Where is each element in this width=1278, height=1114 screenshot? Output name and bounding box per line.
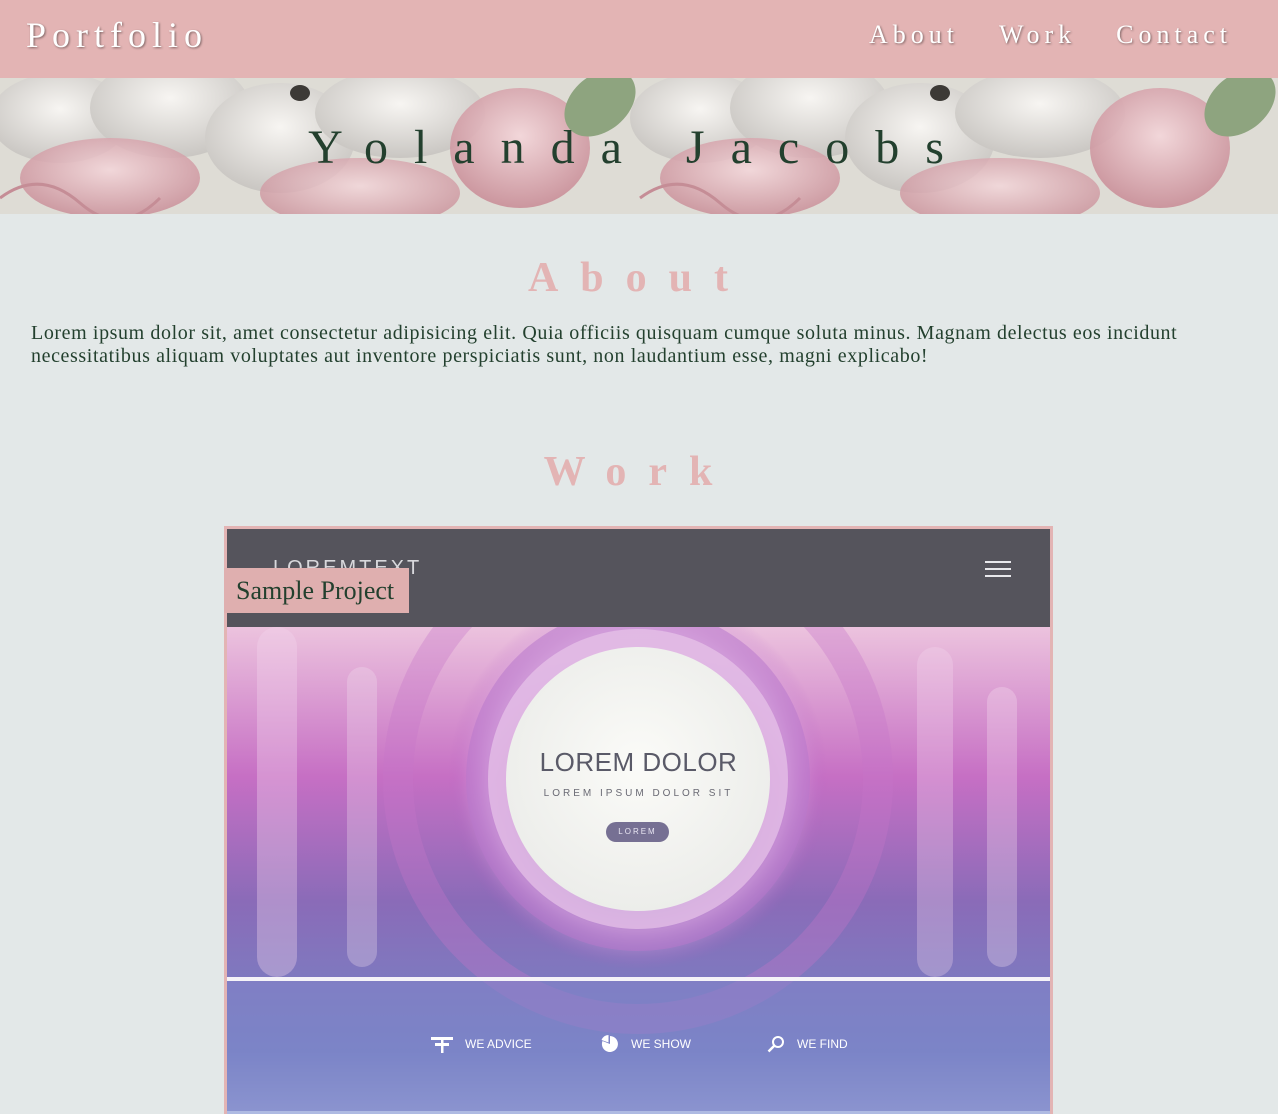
preview-feature-label: WE SHOW (631, 1037, 691, 1051)
signpost-icon (431, 1037, 453, 1053)
preview-feature-find[interactable]: WE FIND (767, 1035, 848, 1053)
nav-link-work[interactable]: Work (999, 20, 1076, 50)
preview-feature-show[interactable]: WE SHOW (601, 1035, 691, 1053)
preview-cta-button[interactable]: LOREM (606, 822, 669, 842)
about-section-title: About (527, 255, 751, 301)
project-label[interactable]: Sample Project (224, 568, 409, 613)
preview-feature-label: WE FIND (797, 1037, 848, 1051)
preview-heading: LOREM DOLOR (539, 747, 738, 777)
pie-chart-icon (601, 1035, 618, 1052)
project-card[interactable]: LOREMTEXT (224, 526, 1053, 1114)
hamburger-menu-icon (985, 561, 1011, 579)
work-section-title: Work (543, 449, 735, 495)
preview-subheading: LOREM IPSUM DOLOR SIT (543, 788, 734, 799)
nav-link-contact[interactable]: Contact (1116, 20, 1232, 50)
nav-link-about[interactable]: About (869, 20, 959, 50)
hero-banner: Yolanda Jacobs (0, 78, 1278, 214)
top-navbar: Portfolio About Work Contact (0, 0, 1278, 78)
preview-feature-advice[interactable]: WE ADVICE (431, 1035, 532, 1053)
magnifier-icon (767, 1036, 784, 1053)
preview-feature-label: WE ADVICE (465, 1037, 532, 1051)
brand-title[interactable]: Portfolio (26, 14, 208, 56)
main-nav: About Work Contact (869, 20, 1232, 50)
about-paragraph: Lorem ipsum dolor sit, amet consectetur … (31, 322, 1178, 367)
hero-name-title: Yolanda Jacobs (308, 121, 970, 174)
